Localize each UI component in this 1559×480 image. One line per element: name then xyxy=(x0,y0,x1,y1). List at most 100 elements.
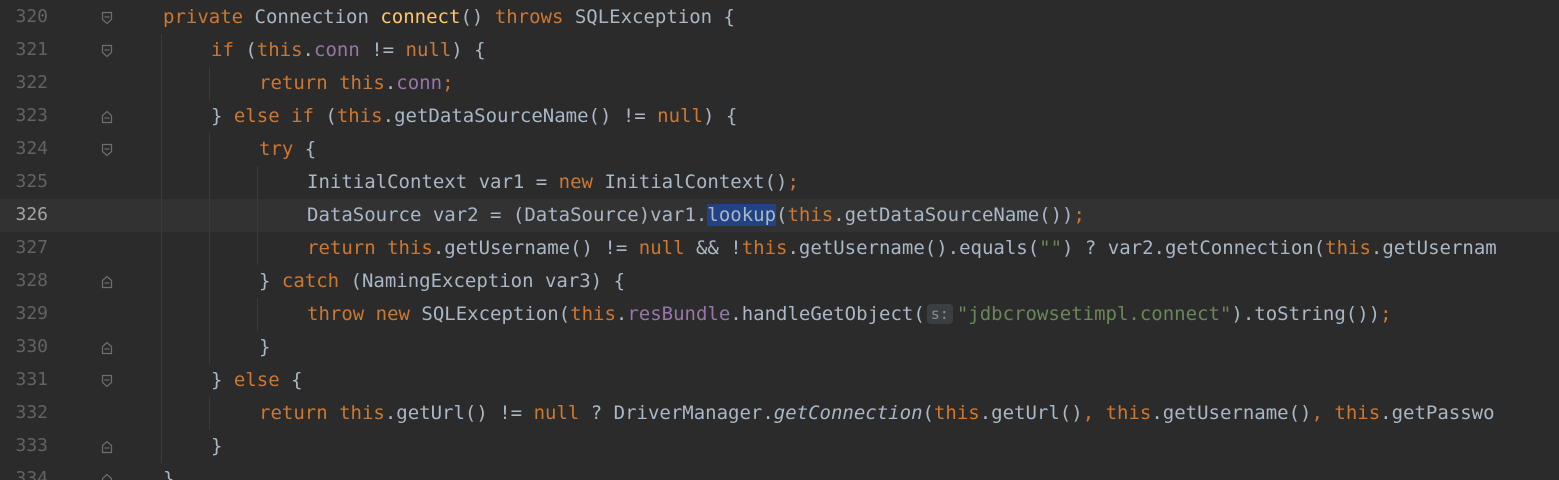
code-line[interactable]: 324 try { xyxy=(0,133,1559,166)
parameter-hint: s: xyxy=(926,304,953,324)
code-line[interactable]: 325 InitialContext var1 = new InitialCont… xyxy=(0,166,1559,199)
code-token: throw xyxy=(307,303,376,325)
code-text[interactable]: throw new SQLException(this.resBundle.ha… xyxy=(307,302,1392,326)
code-text[interactable]: DataSource var2 = (DataSource)var1.looku… xyxy=(307,203,1085,227)
code-token: } xyxy=(211,369,234,391)
code-line[interactable]: 322 return this.conn; xyxy=(0,67,1559,100)
code-line[interactable]: 320 private Connection connect() throws S… xyxy=(0,1,1559,34)
code-line[interactable]: 333} xyxy=(0,430,1559,463)
fold-collapse-icon[interactable] xyxy=(101,440,113,454)
code-line[interactable]: 332 return this.getUrl() != null ? Driver… xyxy=(0,397,1559,430)
code-token: this xyxy=(741,237,788,259)
line-number[interactable]: 329 xyxy=(0,302,48,326)
code-line[interactable]: 328 } catch (NamingException var3) { xyxy=(0,265,1559,298)
line-number[interactable]: 325 xyxy=(0,170,48,194)
code-token: .getUrl() != xyxy=(384,402,534,424)
code-text[interactable]: } xyxy=(211,434,222,458)
indent-guide xyxy=(257,298,258,331)
code-text[interactable]: return this.getUsername() != null && !th… xyxy=(307,236,1497,260)
line-number[interactable]: 328 xyxy=(0,269,48,293)
code-token: && ! xyxy=(695,237,742,259)
fold-collapse-icon[interactable] xyxy=(101,110,113,124)
code-token: { xyxy=(291,369,303,391)
code-token: .getUrl() xyxy=(979,402,1083,424)
code-token: .getUsername() xyxy=(1151,402,1312,424)
line-number[interactable]: 332 xyxy=(0,401,48,425)
code-token: .getUsername() != xyxy=(432,237,639,259)
code-token: return xyxy=(259,72,340,94)
line-number[interactable]: 326 xyxy=(0,203,48,227)
code-token: this xyxy=(787,204,834,226)
code-token: ; xyxy=(442,72,454,94)
code-line[interactable]: 321 if (this.conn != null) { xyxy=(0,34,1559,67)
line-number[interactable]: 320 xyxy=(0,5,48,29)
code-token: this xyxy=(933,402,980,424)
code-line[interactable]: 323 } else if (this.getDataSourceName() !… xyxy=(0,100,1559,133)
code-editor[interactable]: 320 private Connection connect() throws S… xyxy=(0,0,1559,480)
code-token: () xyxy=(460,6,495,28)
code-line[interactable]: 334} xyxy=(0,463,1559,480)
line-number[interactable]: 323 xyxy=(0,104,48,128)
code-text[interactable]: } else { xyxy=(211,368,303,392)
code-line[interactable]: 331 } else { xyxy=(0,364,1559,397)
code-text[interactable]: return this.conn; xyxy=(259,71,454,95)
code-token: else if xyxy=(233,105,326,127)
line-number[interactable]: 333 xyxy=(0,434,48,458)
code-token: ( xyxy=(922,402,934,424)
fold-expand-icon[interactable] xyxy=(101,44,113,58)
code-token: conn xyxy=(314,39,360,61)
code-token: throws xyxy=(494,6,575,28)
code-line[interactable]: 330} xyxy=(0,331,1559,364)
code-token: .getDataSourceName()) xyxy=(833,204,1074,226)
line-number[interactable]: 334 xyxy=(0,467,48,480)
code-text[interactable]: if (this.conn != null) { xyxy=(211,38,486,62)
fold-expand-icon[interactable] xyxy=(101,374,113,388)
fold-collapse-icon[interactable] xyxy=(101,275,113,289)
code-text[interactable]: } catch (NamingException var3) { xyxy=(259,269,625,293)
code-token: new xyxy=(558,171,605,193)
line-number[interactable]: 331 xyxy=(0,368,48,392)
line-number[interactable]: 324 xyxy=(0,137,48,161)
indent-guide xyxy=(209,397,210,430)
code-token: null xyxy=(657,105,703,127)
code-token: } xyxy=(163,468,175,480)
code-line[interactable]: 327 return this.getUsername() != null && … xyxy=(0,232,1559,265)
code-token: private xyxy=(163,6,255,28)
line-number[interactable]: 327 xyxy=(0,236,48,260)
code-token: null xyxy=(405,39,452,61)
code-text[interactable]: InitialContext var1 = new InitialContext… xyxy=(307,170,799,194)
code-token: SQLException( xyxy=(421,303,571,325)
code-line[interactable]: 326 DataSource var2 = (DataSource)var1.lo… xyxy=(0,199,1559,232)
code-token: this xyxy=(387,237,433,259)
code-text[interactable]: private Connection connect() throws SQLE… xyxy=(163,5,735,29)
code-token: SQLException { xyxy=(574,6,735,28)
code-token: lookup xyxy=(707,204,777,226)
code-text[interactable]: } xyxy=(259,335,270,359)
indent-guide xyxy=(161,34,162,463)
code-token: this xyxy=(339,402,385,424)
code-token: connect xyxy=(380,6,461,28)
code-text[interactable]: } xyxy=(163,467,174,480)
code-text[interactable]: } else if (this.getDataSourceName() != n… xyxy=(211,104,737,128)
code-token: this xyxy=(339,72,385,94)
code-token: this xyxy=(1334,402,1381,424)
code-token: ; xyxy=(1380,303,1392,325)
line-number[interactable]: 321 xyxy=(0,38,48,62)
fold-expand-icon[interactable] xyxy=(101,11,113,25)
code-text[interactable]: return this.getUrl() != null ? DriverMan… xyxy=(259,401,1495,425)
fold-collapse-icon[interactable] xyxy=(101,473,113,480)
code-token: .getUsernam xyxy=(1370,237,1497,259)
code-token: } xyxy=(211,105,234,127)
code-token: if xyxy=(211,39,246,61)
code-token: ( xyxy=(245,39,257,61)
code-line[interactable]: 329 throw new SQLException(this.resBundle… xyxy=(0,298,1559,331)
line-number[interactable]: 330 xyxy=(0,335,48,359)
code-token: this xyxy=(570,303,616,325)
fold-expand-icon[interactable] xyxy=(101,143,113,157)
indent-guide xyxy=(257,166,258,265)
code-token: ; xyxy=(787,171,799,193)
code-token: null xyxy=(533,402,591,424)
code-text[interactable]: try { xyxy=(259,137,316,161)
line-number[interactable]: 322 xyxy=(0,71,48,95)
fold-collapse-icon[interactable] xyxy=(101,341,113,355)
